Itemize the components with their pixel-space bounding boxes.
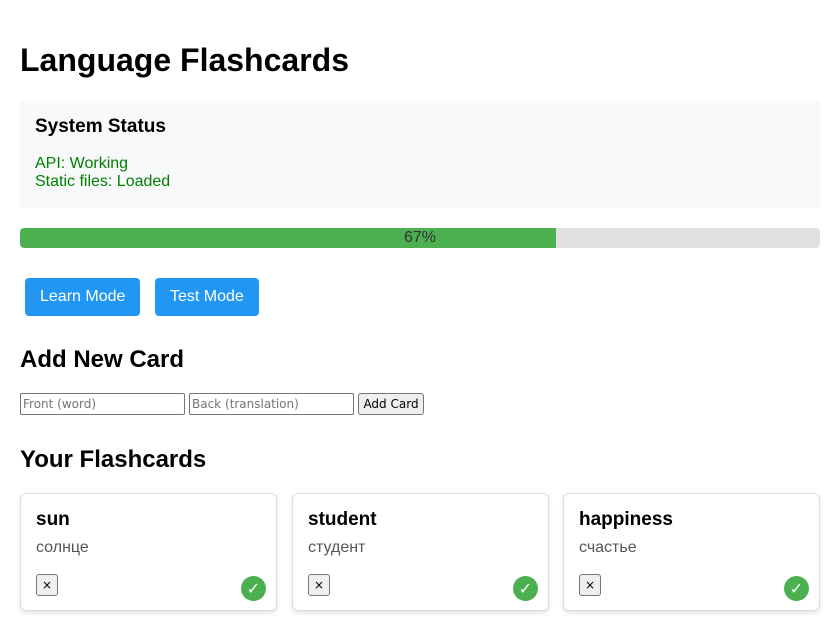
progress-label: 67% [403,229,437,246]
card-front-word: student [308,509,377,530]
add-card-button[interactable]: Add Card [358,393,424,415]
learned-check-icon: ✓ [241,576,266,601]
flashcard[interactable]: sun солнце × ✓ [20,493,277,611]
system-status-panel: System Status API: Working Static files:… [20,101,820,208]
card-front-word: happiness [579,509,673,530]
delete-card-button[interactable]: × [36,574,58,596]
card-front-word: sun [36,509,70,530]
status-heading: System Status [35,116,166,137]
page-title: Language Flashcards [20,42,349,78]
progress-bar: 67% [20,228,820,248]
learn-mode-button[interactable]: Learn Mode [25,278,141,316]
card-back-translation: студент [308,539,366,556]
page: Language Flashcards System Status API: W… [0,0,840,632]
api-status: API: Working [35,155,129,172]
front-word-input[interactable] [20,393,185,415]
back-translation-input[interactable] [189,393,354,415]
static-files-status: Static files: Loaded [35,173,171,190]
card-back-translation: солнце [36,539,89,556]
test-mode-button[interactable]: Test Mode [155,278,259,316]
flashcard[interactable]: happiness счастье × ✓ [563,493,820,611]
flashcards-heading: Your Flashcards [20,446,207,473]
status-lines: API: Working Static files: Loaded [35,155,805,191]
learned-check-icon: ✓ [513,576,538,601]
delete-card-button[interactable]: × [579,574,601,596]
flashcard[interactable]: student студент × ✓ [292,493,549,611]
card-back-translation: счастье [579,539,637,556]
add-card-heading: Add New Card [20,346,185,373]
learned-check-icon: ✓ [784,576,809,601]
delete-card-button[interactable]: × [308,574,330,596]
